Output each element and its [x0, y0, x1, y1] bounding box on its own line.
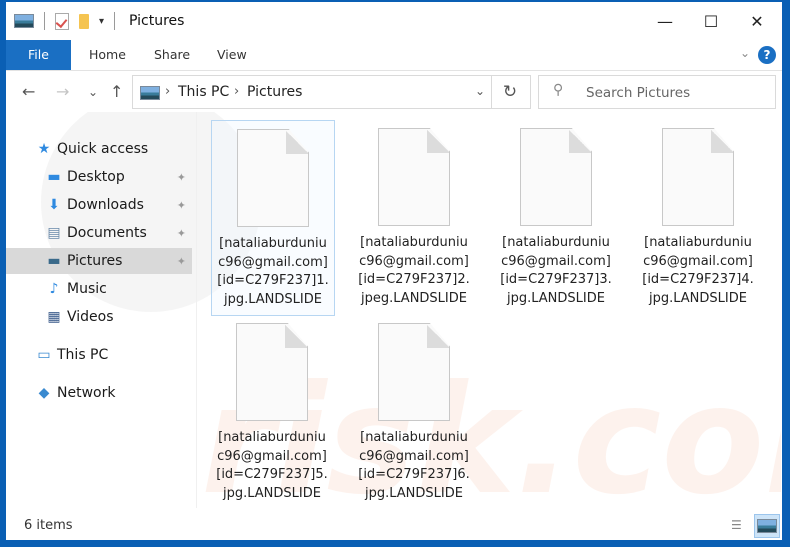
file-name: [nataliaburduniuc96@gmail.com][id=C279F2… — [217, 236, 329, 307]
file-item[interactable]: [nataliaburduniuc96@gmail.com][id=C279F2… — [353, 120, 475, 308]
tab-share[interactable]: Share — [144, 40, 200, 70]
nav-quick-access[interactable]: ★ Quick access — [36, 136, 192, 162]
explorer-window: ▾ Pictures — ☐ ✕ File Home Share View ⌄ … — [6, 2, 782, 540]
file-name: [nataliaburduniuc96@gmail.com][id=C279F2… — [500, 235, 612, 306]
pin-icon[interactable]: ✦ — [177, 255, 186, 268]
nav-music[interactable]: ♪ Music — [6, 276, 192, 302]
pictures-location-icon — [140, 86, 160, 100]
nav-label: Downloads — [67, 197, 144, 213]
address-bar[interactable]: › This PC › Pictures ⌄ — [132, 75, 492, 109]
file-name: [nataliaburduniuc96@gmail.com][id=C279F2… — [358, 430, 470, 501]
nav-downloads[interactable]: ⬇ Downloads ✦ — [6, 192, 192, 218]
tab-file[interactable]: File — [6, 40, 71, 70]
desktop-icon: ▬ — [47, 169, 61, 185]
pin-icon[interactable]: ✦ — [177, 199, 186, 212]
toolbar-separator — [44, 12, 45, 30]
search-icon: ⚲ — [553, 82, 564, 98]
nav-network[interactable]: ◆ Network — [6, 380, 192, 406]
forward-button[interactable]: → — [56, 82, 69, 101]
ribbon-tabs: File Home Share View ⌄ ? — [6, 40, 782, 71]
search-placeholder: Search Pictures — [586, 85, 691, 101]
nav-label: Network — [57, 385, 116, 401]
nav-label: Pictures — [67, 253, 123, 269]
nav-label: Desktop — [67, 169, 125, 185]
nav-documents[interactable]: ▤ Documents ✦ — [6, 220, 192, 246]
toolbar-separator — [114, 12, 116, 30]
videos-icon: ▦ — [47, 309, 61, 325]
up-button[interactable]: ↑ — [110, 82, 123, 101]
status-item-count: 6 items — [24, 518, 73, 533]
pin-icon[interactable]: ✦ — [177, 171, 186, 184]
refresh-button[interactable]: ↻ — [490, 75, 531, 109]
pane-divider[interactable] — [196, 112, 197, 508]
search-input[interactable]: ⚲ Search Pictures — [538, 75, 776, 109]
file-item[interactable]: [nataliaburduniuc96@gmail.com][id=C279F2… — [211, 120, 335, 316]
pin-icon[interactable]: ✦ — [177, 227, 186, 240]
navigation-pane: ★ Quick access ▬ Desktop ✦ ⬇ Downloads ✦… — [6, 112, 192, 508]
nav-label: This PC — [57, 347, 109, 363]
close-button[interactable]: ✕ — [734, 2, 780, 40]
download-icon: ⬇ — [48, 197, 60, 213]
address-dropdown-icon[interactable]: ⌄ — [475, 84, 485, 98]
large-icons-icon — [757, 519, 777, 533]
file-item[interactable]: [nataliaburduniuc96@gmail.com][id=C279F2… — [211, 315, 333, 503]
nav-videos[interactable]: ▦ Videos — [6, 304, 192, 330]
blank-file-icon — [236, 323, 308, 421]
help-icon[interactable]: ? — [758, 46, 776, 64]
back-button[interactable]: ← — [22, 82, 35, 101]
recent-locations-button[interactable]: ⌄ — [88, 85, 98, 99]
tab-view[interactable]: View — [207, 40, 257, 70]
nav-desktop[interactable]: ▬ Desktop ✦ — [6, 164, 192, 190]
nav-pictures[interactable]: ▬ Pictures ✦ — [6, 248, 192, 274]
documents-icon: ▤ — [47, 225, 61, 241]
blank-file-icon — [520, 128, 592, 226]
file-item[interactable]: [nataliaburduniuc96@gmail.com][id=C279F2… — [495, 120, 617, 308]
file-name: [nataliaburduniuc96@gmail.com][id=C279F2… — [358, 235, 470, 306]
properties-icon[interactable] — [55, 12, 69, 30]
minimize-button[interactable]: — — [642, 2, 688, 40]
tab-home[interactable]: Home — [79, 40, 136, 70]
computer-icon: ▭ — [37, 347, 51, 363]
new-folder-icon[interactable] — [79, 13, 89, 29]
nav-label: Quick access — [57, 141, 149, 157]
maximize-button[interactable]: ☐ — [688, 2, 734, 40]
nav-label: Documents — [67, 225, 147, 241]
pictures-folder-icon — [14, 14, 34, 28]
breadcrumb-pictures[interactable]: Pictures — [247, 84, 302, 100]
breadcrumb-separator[interactable]: › — [234, 84, 239, 99]
customize-toolbar-dropdown[interactable]: ▾ — [99, 16, 104, 27]
file-name: [nataliaburduniuc96@gmail.com][id=C279F2… — [216, 430, 328, 501]
title-bar: ▾ Pictures — ☐ ✕ — [6, 2, 782, 40]
blank-file-icon — [378, 128, 450, 226]
network-icon: ◆ — [38, 385, 50, 401]
file-name: [nataliaburduniuc96@gmail.com][id=C279F2… — [642, 235, 754, 306]
blank-file-icon — [237, 129, 309, 227]
nav-label: Videos — [67, 309, 114, 325]
music-icon: ♪ — [49, 281, 59, 297]
blank-file-icon — [662, 128, 734, 226]
file-item[interactable]: [nataliaburduniuc96@gmail.com][id=C279F2… — [353, 315, 475, 503]
breadcrumb-separator[interactable]: › — [165, 84, 170, 99]
details-view-button[interactable]: ☰ — [731, 518, 747, 532]
window-title: Pictures — [129, 13, 185, 29]
breadcrumb-this-pc[interactable]: This PC — [178, 84, 229, 100]
nav-label: Music — [67, 281, 107, 297]
large-icons-view-button[interactable] — [754, 514, 780, 538]
file-item[interactable]: [nataliaburduniuc96@gmail.com][id=C279F2… — [637, 120, 759, 308]
blank-file-icon — [378, 323, 450, 421]
pictures-icon: ▬ — [47, 253, 61, 269]
nav-this-pc[interactable]: ▭ This PC — [6, 342, 192, 368]
star-icon: ★ — [37, 141, 51, 157]
quick-access-toolbar: ▾ — [14, 12, 116, 30]
expand-ribbon-icon[interactable]: ⌄ — [740, 46, 750, 60]
